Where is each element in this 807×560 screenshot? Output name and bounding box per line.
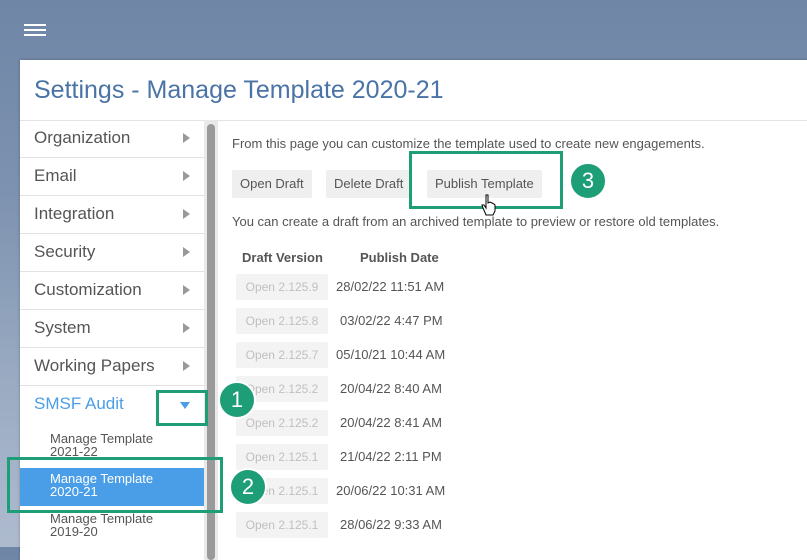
publish-date: 03/02/22 4:47 PM	[340, 313, 443, 328]
step-1-badge: 1	[218, 381, 256, 419]
intro-text: From this page you can customize the tem…	[232, 136, 705, 151]
sidebar-subitem-manage-template-2019-20[interactable]: Manage Template 2019-20	[20, 508, 204, 546]
chevron-right-icon	[183, 361, 190, 371]
publish-date: 20/04/22 8:41 AM	[340, 415, 442, 430]
step-3-badge: 3	[569, 162, 607, 200]
open-draft-button[interactable]: Open Draft	[232, 170, 312, 198]
open-draft-version-button[interactable]: Open 2.125.7	[236, 342, 328, 368]
open-draft-version-button[interactable]: Open 2.125.9	[236, 274, 328, 300]
sidebar-item-organization[interactable]: Organization	[20, 120, 204, 158]
publish-date: 21/04/22 2:11 PM	[340, 449, 442, 464]
sidebar-item-label: Customization	[34, 280, 142, 299]
archive-note: You can create a draft from an archived …	[232, 214, 720, 229]
open-draft-version-button[interactable]: Open 2.125.1	[236, 444, 328, 470]
sidebar-subitem-label: Manage Template 2019-20	[50, 511, 154, 539]
column-header-publish-date: Publish Date	[360, 250, 439, 265]
sidebar-item-security[interactable]: Security	[20, 234, 204, 272]
open-draft-version-button[interactable]: Open 2.125.8	[236, 308, 328, 334]
page-title: Settings - Manage Template 2020-21	[34, 76, 444, 104]
chevron-right-icon	[183, 285, 190, 295]
chevron-right-icon	[183, 133, 190, 143]
sidebar-item-label: Email	[34, 166, 77, 185]
publish-date: 05/10/21 10:44 AM	[336, 347, 446, 362]
sidebar-item-label: SMSF Audit	[34, 394, 124, 413]
publish-date: 28/06/22 9:33 AM	[340, 517, 442, 532]
publish-date: 28/02/22 11:51 AM	[336, 279, 445, 294]
hand-cursor-icon	[481, 194, 496, 216]
step-2-highlight	[7, 457, 223, 513]
delete-draft-button[interactable]: Delete Draft	[326, 170, 412, 198]
publish-date: 20/04/22 8:40 AM	[340, 381, 442, 396]
step-1-highlight	[156, 390, 208, 426]
sidebar-item-integration[interactable]: Integration	[20, 196, 204, 234]
step-2-badge: 2	[229, 468, 267, 506]
sidebar-item-label: Organization	[34, 128, 131, 147]
sidebar-item-customization[interactable]: Customization	[20, 272, 204, 310]
sidebar-subitem-label: Manage Template 2021-22	[50, 431, 154, 459]
open-draft-version-button[interactable]: Open 2.125.1	[236, 512, 328, 538]
chevron-right-icon	[183, 171, 190, 181]
sidebar-item-email[interactable]: Email	[20, 158, 204, 196]
sidebar-item-system[interactable]: System	[20, 310, 204, 348]
chevron-right-icon	[183, 247, 190, 257]
chevron-right-icon	[183, 323, 190, 333]
sidebar-item-label: Working Papers	[34, 356, 155, 375]
hamburger-menu-icon[interactable]	[24, 22, 46, 38]
chevron-right-icon	[183, 209, 190, 219]
sidebar-item-label: System	[34, 318, 91, 337]
publish-date: 20/06/22 10:31 AM	[336, 483, 446, 498]
sidebar-item-label: Integration	[34, 204, 115, 223]
sidebar-item-label: Security	[34, 242, 96, 261]
column-header-draft-version: Draft Version	[242, 250, 323, 265]
sidebar-item-working-papers[interactable]: Working Papers	[20, 348, 204, 386]
